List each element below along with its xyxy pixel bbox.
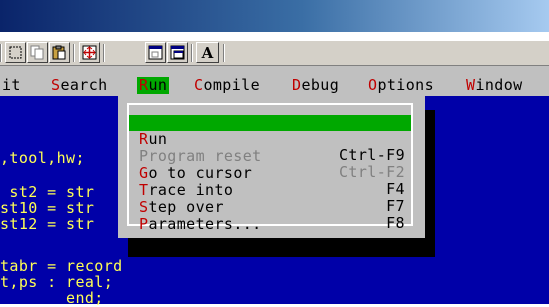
menu-compile[interactable]: Compile [194, 77, 260, 94]
toolbar-separator [191, 44, 193, 62]
menu-item-parameters[interactable]: Parameters... [129, 200, 411, 232]
menu-label: it [2, 76, 21, 94]
select-all-button[interactable] [5, 42, 26, 63]
toolbar-separator [73, 44, 75, 62]
toolbar: A [0, 41, 549, 66]
menu-item-trace-into[interactable]: Trace into F7 [129, 166, 411, 214]
menu-debug[interactable]: Debug [292, 77, 339, 94]
code-line: ,tool,hw; [0, 149, 85, 167]
menu-item-run[interactable]: Run Ctrl-F9 [129, 115, 411, 163]
menu-item-go-to-cursor[interactable]: Go to cursor F4 [129, 149, 411, 197]
font-button-label: A [201, 43, 214, 62]
toolbar-separator [0, 44, 2, 62]
window-title-bar[interactable] [0, 0, 549, 32]
paste-icon [52, 45, 66, 60]
menu-edit[interactable]: it [2, 77, 21, 94]
menu-label: indow [475, 76, 523, 94]
toolbar-separator [103, 44, 105, 62]
menu-window[interactable]: Window [466, 77, 523, 94]
paste-button[interactable] [49, 42, 70, 63]
fullscreen-icon [82, 45, 97, 60]
menu-item-label: Parameters... [139, 215, 262, 233]
font-button[interactable]: A [196, 42, 219, 63]
code-line: st12 = str [0, 215, 95, 233]
code-line: tabr = record [0, 257, 123, 275]
menu-label: ompile [203, 76, 261, 94]
title-strip [0, 32, 549, 41]
menu-bar: it Search Run Compile Debug Options Wind… [0, 66, 549, 96]
menu-search[interactable]: Search [51, 77, 108, 94]
background-button[interactable] [167, 42, 188, 63]
properties-button[interactable] [145, 42, 166, 63]
menu-label: ptions [377, 76, 435, 94]
menu-item-shortcut: F8 [386, 214, 405, 232]
menu-options[interactable]: Options [368, 77, 434, 94]
window-icon [170, 45, 185, 60]
code-line: st10 = str [0, 199, 95, 217]
toolbar-separator [223, 44, 225, 62]
select-icon [9, 46, 22, 59]
properties-icon [148, 45, 163, 60]
menu-item-program-reset: Program reset Ctrl-F2 [129, 132, 411, 180]
run-dropdown-menu: Run Ctrl-F9 Program reset Ctrl-F2 Go to … [118, 96, 425, 238]
fullscreen-button[interactable] [79, 42, 100, 63]
copy-icon [30, 45, 44, 60]
menu-label: ebug [301, 76, 340, 94]
menu-label: earch [60, 76, 108, 94]
copy-button[interactable] [27, 42, 48, 63]
menu-label: un [148, 76, 168, 94]
code-line: st2 = str [0, 183, 95, 201]
code-line: t,ps : real; [0, 273, 114, 291]
menu-run[interactable]: Run [137, 76, 170, 94]
menu-item-step-over[interactable]: Step over F8 [129, 183, 411, 231]
